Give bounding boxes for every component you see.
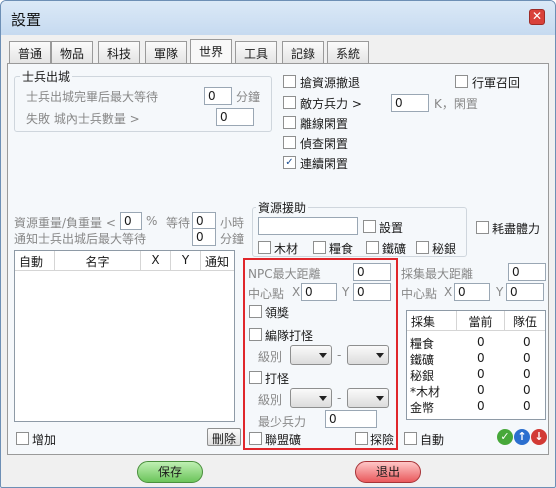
notify-wait-input[interactable] (192, 228, 216, 246)
assist-food-label: 糧食 (329, 242, 354, 256)
gather-row-team: 0 (523, 367, 531, 381)
resource-wait-unit: 小時 (220, 216, 245, 230)
gather-row-team: 0 (523, 335, 531, 349)
resource-weight-label: 資源重量/負重量 < (14, 216, 116, 230)
confirm-check-icon[interactable]: ✓ (497, 429, 513, 445)
grab-retreat-checkbox[interactable] (283, 75, 296, 88)
gather-y-label: Y (496, 285, 504, 299)
gather-row-current: 0 (477, 383, 485, 397)
tab-items[interactable]: 物品 (51, 41, 94, 63)
enemy-power-input[interactable] (391, 94, 429, 112)
gather-row-name: 秘銀 (410, 369, 435, 383)
resource-weight-unit: % (146, 214, 158, 228)
gather-header-current[interactable]: 當前 (457, 311, 505, 331)
soldier-wait-unit: 分鐘 (236, 90, 261, 104)
assist-wood-checkbox[interactable] (258, 241, 271, 254)
tab-tech[interactable]: 科技 (98, 41, 141, 63)
assist-set-checkbox[interactable] (363, 220, 376, 233)
assist-silver-label: 秘銀 (432, 242, 457, 256)
gather-row-name: *木材 (410, 385, 441, 399)
target-list[interactable]: 自動 名字 X Y 通知 (14, 250, 235, 422)
gather-row-team: 0 (523, 383, 531, 397)
tab-army[interactable]: 軍隊 (145, 41, 188, 63)
settings-dialog: 設置 ✕ 普通 物品 科技 軍隊 世界 工具 記錄 系統 士兵出城 士兵出城完畢… (0, 0, 556, 488)
notify-wait-label: 通知士兵出城后最大等待 (14, 232, 147, 246)
world-panel: 士兵出城 士兵出城完畢后最大等待 分鐘 失敗 城內士兵數量 > 搶資源撤退 行軍… (7, 63, 549, 455)
enemy-power-checkbox[interactable] (283, 96, 296, 109)
assist-wood-label: 木材 (274, 242, 299, 256)
gather-header-type[interactable]: 採集 (407, 311, 457, 331)
gather-row-current: 0 (477, 367, 485, 381)
move-up-arrow-icon[interactable]: ↑ (514, 429, 530, 445)
target-header-notify[interactable]: 通知 (201, 251, 234, 271)
move-down-arrow-icon[interactable]: ↓ (531, 429, 547, 445)
soldier-wait-label: 士兵出城完畢后最大等待 (26, 90, 159, 104)
resource-wait-label: 等待 (166, 216, 191, 230)
gather-row-name: 鐵礦 (410, 353, 435, 367)
gather-y-input[interactable] (506, 283, 544, 301)
fail-soldier-input[interactable] (216, 108, 254, 126)
gather-header-team[interactable]: 隊伍 (505, 311, 545, 331)
npc-highlight-box (243, 258, 398, 450)
tab-world[interactable]: 世界 (190, 39, 233, 63)
assist-silver-checkbox[interactable] (416, 241, 429, 254)
assist-target-input[interactable] (258, 217, 358, 235)
gather-row-current: 0 (477, 351, 485, 365)
save-button[interactable]: 保存 (137, 461, 203, 483)
notify-wait-unit: 分鐘 (220, 232, 245, 246)
gather-table[interactable]: 採集 當前 隊伍 糧食 0 0 鐵礦 0 0 秘銀 0 0 *木材 0 0 金幣… (406, 310, 546, 420)
tab-general[interactable]: 普通 (9, 41, 52, 63)
gather-center-label: 中心點 (401, 287, 438, 301)
gather-row-team: 0 (523, 351, 531, 365)
tab-tools[interactable]: 工具 (235, 41, 278, 63)
offline-idle-label: 離線閑置 (300, 117, 349, 131)
gather-row-team: 0 (523, 399, 531, 413)
gather-distance-input[interactable] (508, 263, 546, 281)
march-recall-label: 行軍召回 (472, 76, 521, 90)
scout-idle-checkbox[interactable] (283, 136, 296, 149)
assist-food-checkbox[interactable] (313, 241, 326, 254)
close-icon[interactable]: ✕ (529, 9, 545, 25)
soldier-group-legend: 士兵出城 (20, 68, 73, 85)
add-label: 增加 (32, 433, 57, 447)
add-checkbox[interactable] (16, 432, 29, 445)
stamina-label: 耗盡體力 (492, 222, 541, 236)
target-header-x[interactable]: X (141, 251, 171, 271)
enemy-power-label: 敵方兵力 > (300, 97, 362, 111)
gather-row-name: 糧食 (410, 337, 435, 351)
scout-idle-label: 偵查閑置 (300, 137, 349, 151)
assist-iron-label: 鐵礦 (382, 242, 407, 256)
stamina-checkbox[interactable] (476, 221, 489, 234)
gather-auto-checkbox[interactable] (404, 432, 417, 445)
window-title: 設置 (11, 11, 42, 29)
tab-system[interactable]: 系統 (327, 41, 370, 63)
target-header-name[interactable]: 名字 (55, 251, 141, 271)
gather-row-current: 0 (477, 399, 485, 413)
grab-retreat-label: 搶資源撤退 (300, 76, 361, 90)
gather-row-current: 0 (477, 335, 485, 349)
assist-legend: 資源援助 (256, 199, 309, 216)
target-header-y[interactable]: Y (171, 251, 201, 271)
gather-auto-label: 自動 (420, 433, 445, 447)
enemy-power-unit: K，閑置 (434, 97, 478, 111)
resource-weight-input[interactable] (120, 212, 142, 230)
exit-button[interactable]: 退出 (355, 461, 421, 483)
gather-x-label: X (444, 285, 453, 299)
gather-distance-label: 採集最大距離 (401, 267, 474, 281)
target-header-auto[interactable]: 自動 (15, 251, 55, 271)
assist-iron-checkbox[interactable] (366, 241, 379, 254)
continuous-idle-label: 連續閑置 (300, 157, 349, 171)
soldier-wait-input[interactable] (204, 87, 232, 105)
gather-x-input[interactable] (454, 283, 490, 301)
title-bar: 設置 ✕ (1, 1, 555, 35)
gather-row-name: 金幣 (410, 401, 435, 415)
delete-button[interactable]: 刪除 (207, 428, 242, 446)
continuous-idle-checkbox[interactable] (283, 156, 296, 169)
fail-soldier-label: 失敗 城內士兵數量 > (26, 112, 140, 126)
assist-set-label: 設置 (379, 221, 404, 235)
march-recall-checkbox[interactable] (455, 75, 468, 88)
offline-idle-checkbox[interactable] (283, 116, 296, 129)
tab-log[interactable]: 記錄 (282, 41, 325, 63)
